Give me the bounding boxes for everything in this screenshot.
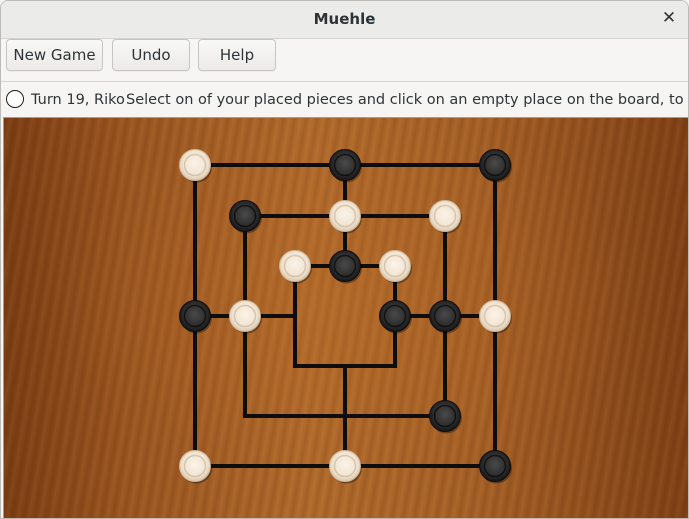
piece-white-inner-top-left[interactable] (279, 250, 313, 284)
status-message: Select on of your placed pieces and clic… (126, 92, 688, 108)
piece-white-middle-middle-left[interactable] (229, 300, 263, 334)
new-game-button[interactable]: New Game (6, 39, 103, 71)
app-window: Muehle ✕ New Game Undo Help Turn 19, Rik… (0, 0, 689, 519)
piece-white-middle-top-middle[interactable] (329, 200, 363, 234)
window-title: Muehle (313, 10, 376, 28)
board-canvas[interactable] (4, 118, 689, 519)
toolbar: New Game Undo Help (1, 39, 688, 82)
piece-white-outer-bottom-left[interactable] (179, 450, 213, 484)
piece-black-middle-middle-right[interactable] (429, 300, 463, 334)
help-button[interactable]: Help (198, 39, 276, 71)
piece-white-inner-top-right[interactable] (379, 250, 413, 284)
piece-white-middle-top-right[interactable] (429, 200, 463, 234)
piece-white-outer-top-left[interactable] (179, 149, 213, 183)
piece-black-outer-bottom-right[interactable] (479, 450, 513, 484)
piece-black-inner-middle-right[interactable] (379, 300, 413, 334)
piece-black-outer-top-middle[interactable] (329, 149, 363, 183)
title-bar[interactable]: Muehle ✕ (1, 1, 688, 39)
close-icon[interactable]: ✕ (660, 9, 678, 27)
piece-black-inner-top-middle[interactable] (329, 250, 363, 284)
undo-button[interactable]: Undo (112, 39, 190, 71)
piece-black-outer-top-right[interactable] (479, 149, 513, 183)
piece-black-outer-middle-left[interactable] (179, 300, 213, 334)
current-player-indicator-icon (6, 90, 24, 108)
piece-white-outer-middle-right[interactable] (479, 300, 513, 334)
piece-black-middle-top-left[interactable] (229, 200, 263, 234)
piece-white-outer-bottom-middle[interactable] (329, 450, 363, 484)
game-board[interactable] (3, 117, 689, 519)
piece-black-middle-bottom-right[interactable] (429, 400, 463, 434)
turn-label: Turn 19, Riko (31, 92, 125, 108)
status-bar: Turn 19, Riko Select on of your placed p… (1, 83, 688, 117)
